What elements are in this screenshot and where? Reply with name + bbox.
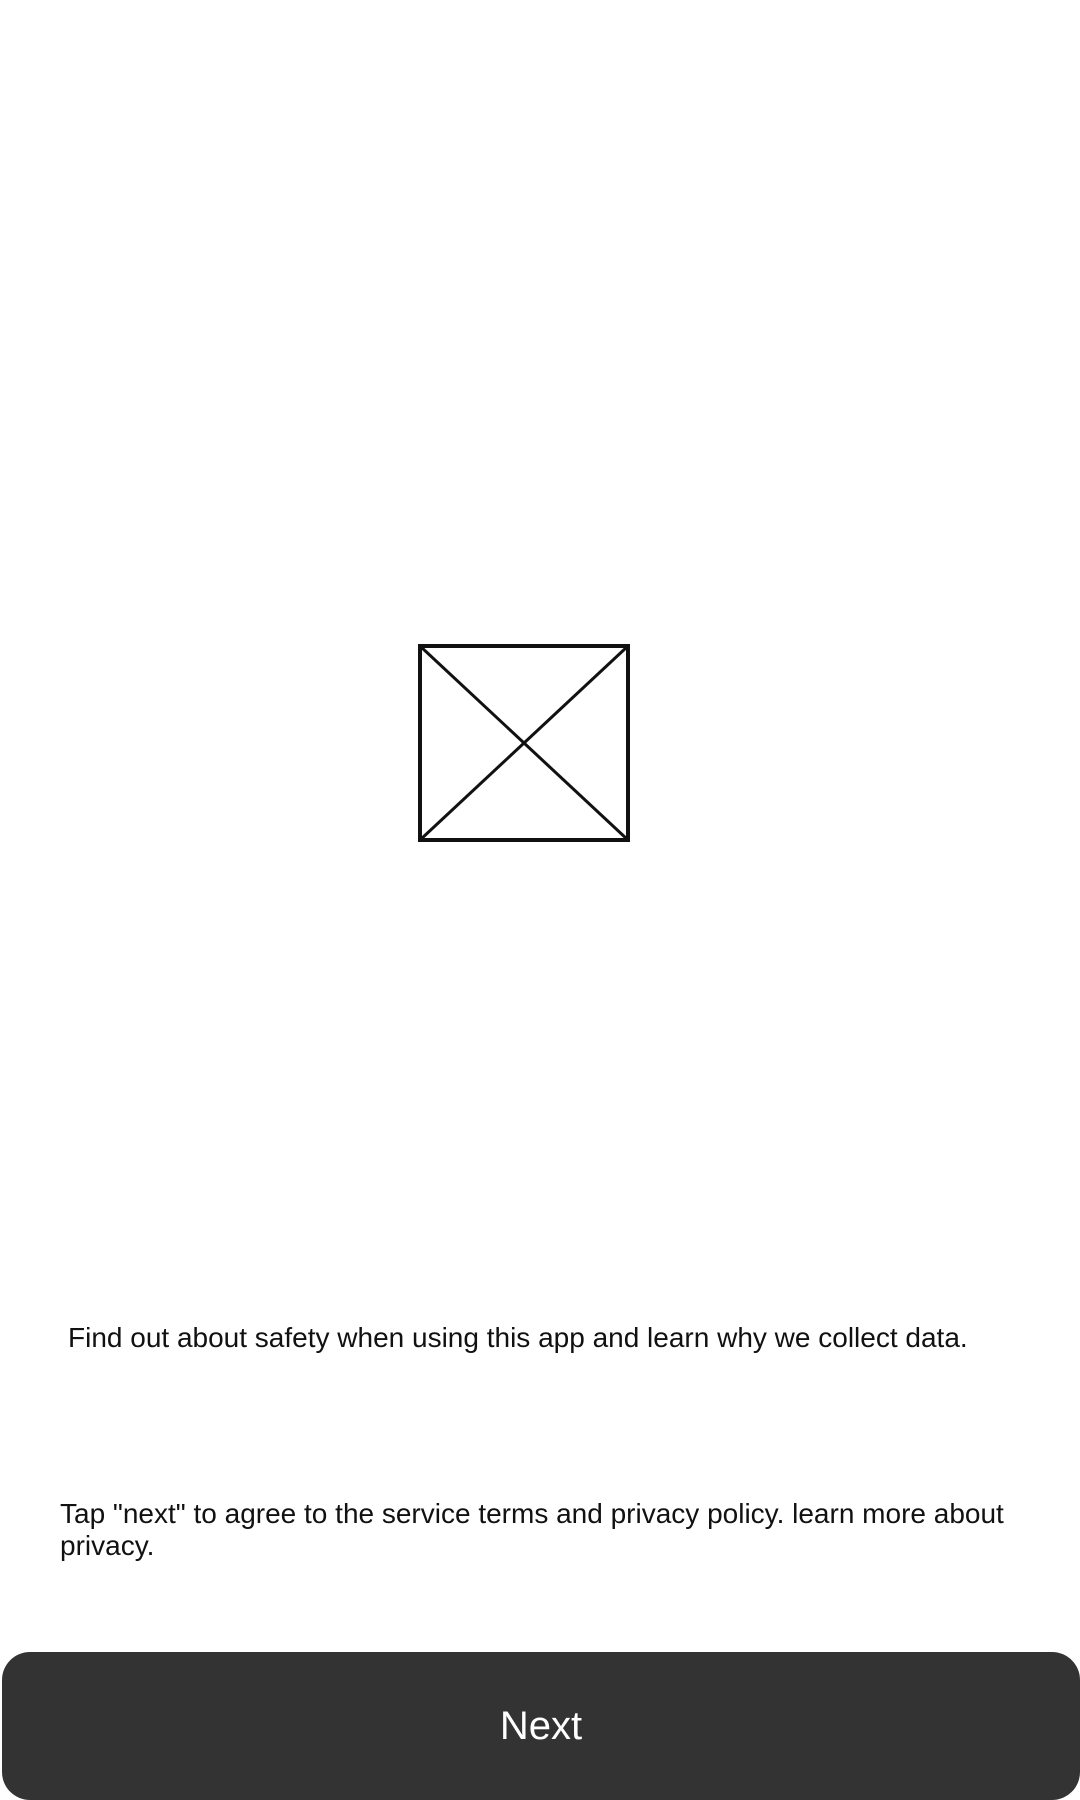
image-placeholder-icon [418, 644, 630, 842]
terms-privacy-text[interactable]: Tap "next" to agree to the service terms… [60, 1498, 1010, 1562]
safety-info-text: Find out about safety when using this ap… [68, 1322, 968, 1353]
next-button[interactable]: Next [2, 1652, 1080, 1800]
